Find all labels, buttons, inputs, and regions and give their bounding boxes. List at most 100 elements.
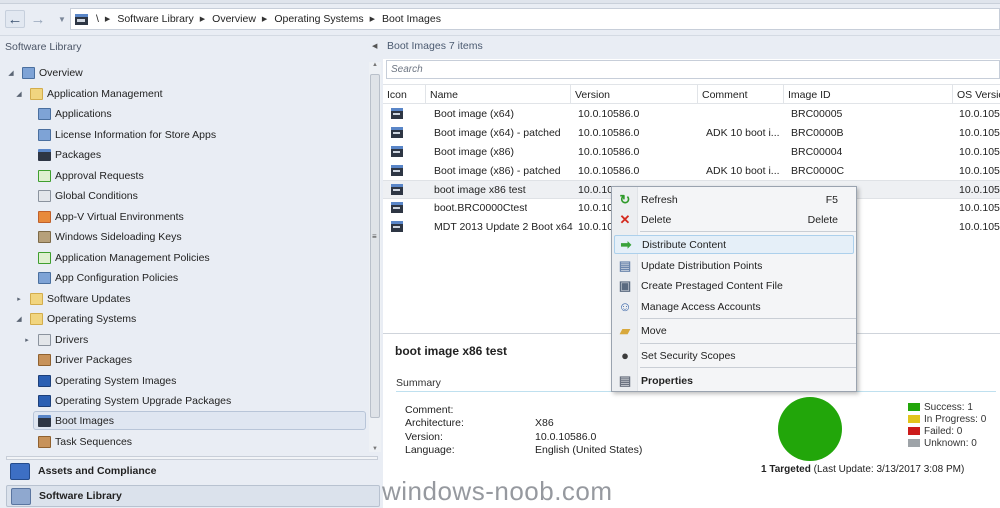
- tree-scrollbar[interactable]: ▲ ≡ ▼: [369, 62, 381, 452]
- breadcrumb-software-library[interactable]: Software Library: [117, 13, 193, 25]
- tree-item-task-sequences[interactable]: Task Sequences: [38, 432, 132, 451]
- item-count: 7 items: [448, 40, 483, 52]
- address-bar[interactable]: \ ▶ Software Library ▶ Overview ▶ Operat…: [70, 8, 1000, 30]
- breadcrumb-separator-icon[interactable]: ▶: [105, 15, 110, 23]
- tree-item-label: Operating Systems: [47, 312, 137, 325]
- tree-item-app-configuration-policies[interactable]: App Configuration Policies: [38, 268, 178, 287]
- breadcrumb-operating-systems[interactable]: Operating Systems: [274, 13, 363, 25]
- breadcrumb-separator-icon[interactable]: ▶: [370, 15, 375, 23]
- column-header-image-id[interactable]: Image ID: [784, 85, 953, 104]
- collapse-pane-icon[interactable]: ◀: [372, 42, 377, 50]
- tree-item-os-upgrade-packages[interactable]: Operating System Upgrade Packages: [38, 391, 231, 410]
- expanded-icon[interactable]: ◢: [14, 315, 24, 323]
- table-row[interactable]: Boot image (x64) - patched 10.0.10586.0 …: [383, 124, 1000, 143]
- menu-item-move[interactable]: ▰ Move: [614, 321, 854, 340]
- legend-item-unknown: Unknown: 0: [908, 437, 986, 449]
- watermark: windows-noob.com: [382, 476, 613, 506]
- column-header-version[interactable]: Version: [571, 85, 698, 104]
- table-row[interactable]: Boot image (x64) 10.0.10586.0 BRC00005 1…: [383, 105, 1000, 124]
- cell-os-version: 10.0.1058: [959, 146, 1000, 158]
- tree-item-global-conditions[interactable]: Global Conditions: [38, 186, 138, 205]
- workspace-software-library[interactable]: Software Library: [6, 485, 380, 507]
- breadcrumb-boot-images[interactable]: Boot Images: [382, 13, 441, 25]
- tree-item-driver-packages[interactable]: Driver Packages: [38, 350, 132, 369]
- menu-item-properties[interactable]: ▤ Properties: [614, 371, 854, 390]
- collapsed-icon[interactable]: ▸: [22, 336, 32, 344]
- collapsed-icon[interactable]: ▸: [14, 295, 24, 303]
- boot-image-icon: [391, 146, 403, 157]
- workspace-label: Software Library: [39, 490, 122, 502]
- workspace-assets-and-compliance[interactable]: Assets and Compliance: [6, 460, 380, 482]
- menu-item-manage-access-accounts[interactable]: ☺ Manage Access Accounts: [614, 297, 854, 316]
- breadcrumb-root[interactable]: \: [96, 13, 99, 25]
- cell-name: Boot image (x64): [434, 108, 514, 120]
- tree-item-overview[interactable]: ◢ Overview: [6, 63, 83, 82]
- scroll-up-icon[interactable]: ▲: [372, 62, 378, 68]
- tree-item-sideloading-keys[interactable]: Windows Sideloading Keys: [38, 227, 182, 246]
- tree-item-boot-images[interactable]: Boot Images: [33, 411, 366, 430]
- expanded-icon[interactable]: ◢: [6, 69, 16, 77]
- legend-swatch: [908, 439, 920, 447]
- menu-item-delete[interactable]: ✕ Delete Delete: [614, 210, 854, 229]
- refresh-icon: ↻: [619, 191, 631, 207]
- tree-item-label: License Information for Store Apps: [55, 128, 217, 141]
- menu-item-label: Manage Access Accounts: [641, 300, 761, 313]
- legend-item-in-progress: In Progress: 0: [908, 413, 986, 425]
- menu-item-refresh[interactable]: ↻ Refresh F5: [614, 190, 854, 209]
- folder-icon: [30, 292, 43, 305]
- boot-image-icon: [391, 202, 403, 213]
- tree-item-application-management[interactable]: ◢ Application Management: [14, 84, 163, 103]
- tree-item-label: Boot Images: [55, 414, 114, 427]
- last-update: (Last Update: 3/13/2017 3:08 PM): [813, 464, 965, 475]
- tree-item-appv-environments[interactable]: App-V Virtual Environments: [38, 207, 184, 226]
- delete-icon: ✕: [619, 211, 631, 227]
- back-button[interactable]: ←: [5, 10, 25, 28]
- column-header-comment[interactable]: Comment: [698, 85, 784, 104]
- cell-name: boot.BRC0000Ctest: [434, 202, 528, 214]
- breadcrumb-separator-icon[interactable]: ▶: [262, 15, 267, 23]
- forward-button[interactable]: →: [28, 10, 48, 28]
- tree-item-license-information[interactable]: License Information for Store Apps: [38, 125, 216, 144]
- legend-label: Failed: 0: [924, 425, 963, 437]
- security-scopes-icon: ●: [621, 348, 629, 363]
- property-value: English (United States): [535, 444, 643, 456]
- menu-item-update-distribution-points[interactable]: ▤ Update Distribution Points: [614, 256, 854, 275]
- navigation-tree: ◢ Overview ◢ Application Management Appl…: [0, 62, 368, 456]
- tree-item-approval-requests[interactable]: Approval Requests: [38, 166, 144, 185]
- property-label: Language:: [405, 444, 455, 456]
- tree-item-os-images[interactable]: Operating System Images: [38, 371, 176, 390]
- menu-item-label: Properties: [641, 374, 693, 387]
- table-row[interactable]: Boot image (x86) 10.0.10586.0 BRC00004 1…: [383, 143, 1000, 162]
- column-header-name[interactable]: Name: [426, 85, 571, 104]
- navigation-pane: Software Library ◀ ◢ Overview ◢ Applicat…: [0, 36, 383, 508]
- menu-item-shortcut: F5: [825, 193, 838, 206]
- tree-item-software-updates[interactable]: ▸ Software Updates: [14, 289, 130, 308]
- tree-item-drivers[interactable]: ▸ Drivers: [22, 330, 88, 349]
- cell-name: Boot image (x86): [434, 146, 514, 158]
- expanded-icon[interactable]: ◢: [14, 90, 24, 98]
- cell-image-id: BRC0000B: [791, 127, 844, 139]
- targeted-count[interactable]: 1 Targeted: [761, 464, 811, 475]
- table-row[interactable]: Boot image (x86) - patched 10.0.10586.0 …: [383, 162, 1000, 181]
- tree-item-applications[interactable]: Applications: [38, 104, 112, 123]
- breadcrumb-separator-icon[interactable]: ▶: [200, 15, 205, 23]
- menu-item-label: Refresh: [641, 193, 678, 206]
- cell-version: 10.0.10586.0: [578, 127, 640, 139]
- property-label: Architecture:: [405, 417, 464, 429]
- tree-item-app-management-policies[interactable]: Application Management Policies: [38, 248, 210, 267]
- menu-item-create-prestaged-content[interactable]: ▣ Create Prestaged Content File: [614, 276, 854, 295]
- console-icon: [75, 13, 88, 25]
- column-header-os-version[interactable]: OS Versio: [953, 85, 1000, 104]
- scroll-down-icon[interactable]: ▼: [372, 446, 378, 452]
- arrow-left-icon: ←: [7, 10, 23, 28]
- scrollbar-thumb[interactable]: [370, 74, 380, 418]
- history-dropdown[interactable]: ▼: [52, 10, 72, 28]
- search-input[interactable]: Search: [386, 60, 1000, 79]
- tree-item-packages[interactable]: Packages: [38, 145, 101, 164]
- legend-item-failed: Failed: 0: [908, 425, 986, 437]
- breadcrumb-overview[interactable]: Overview: [212, 13, 256, 25]
- menu-item-distribute-content[interactable]: ➡ Distribute Content: [614, 235, 854, 254]
- tree-item-operating-systems[interactable]: ◢ Operating Systems: [14, 309, 136, 328]
- column-header-icon[interactable]: Icon: [383, 85, 426, 104]
- menu-item-set-security-scopes[interactable]: ● Set Security Scopes: [614, 346, 854, 365]
